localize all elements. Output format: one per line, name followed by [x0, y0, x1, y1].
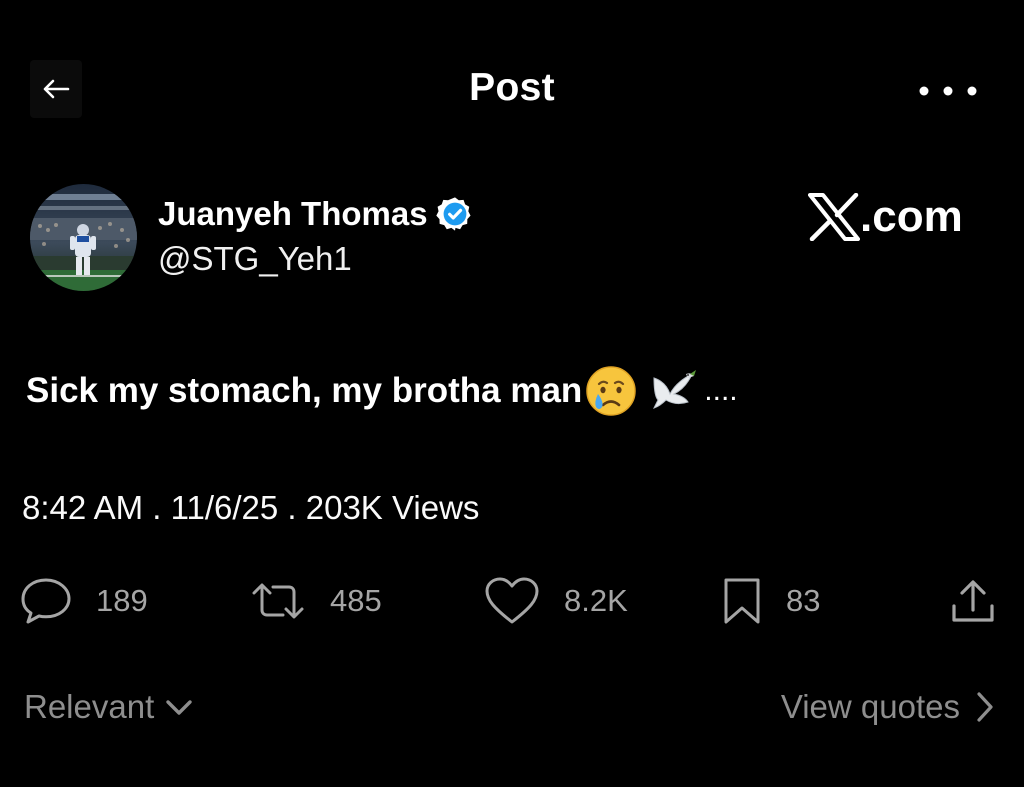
reply-button[interactable]: 189 [20, 572, 148, 630]
author-handle[interactable]: @STG_Yeh1 [158, 240, 352, 278]
bookmark-count: 83 [786, 583, 821, 618]
verified-badge-icon [435, 197, 471, 231]
more-horizontal-icon [919, 86, 977, 96]
bookmark-button[interactable]: 83 [722, 572, 820, 630]
author-name-label: Juanyeh Thomas [158, 195, 428, 232]
dove-icon [653, 370, 697, 409]
brand-watermark: .com [808, 192, 963, 242]
sort-dropdown[interactable]: Relevant [24, 688, 194, 726]
avatar-photo [30, 184, 137, 291]
crying-face-icon [586, 366, 637, 416]
avatar[interactable] [30, 184, 137, 291]
share-icon [952, 580, 994, 622]
like-count: 8.2K [564, 583, 628, 618]
post-page: Post Juanyeh Thomas @STG_Yeh1 .com Sick … [0, 0, 1024, 787]
x-logo-icon [808, 193, 860, 241]
more-options-button[interactable] [908, 74, 988, 108]
reply-icon [21, 578, 71, 624]
view-quotes-label: View quotes [780, 688, 960, 725]
repost-count: 485 [330, 583, 382, 618]
repost-icon [252, 583, 304, 619]
heart-icon [485, 577, 539, 624]
chevron-down-icon [166, 700, 192, 715]
view-quotes-link[interactable]: View quotes [781, 688, 994, 726]
post-meta: 8:42 AM . 11/6/25 . 203K Views [22, 489, 480, 526]
repost-button[interactable]: 485 [250, 572, 382, 630]
post-suffix: .... [704, 374, 738, 407]
brand-suffix: .com [860, 192, 963, 241]
sort-label: Relevant [24, 688, 155, 725]
like-button[interactable]: 8.2K [484, 572, 628, 630]
page-title: Post [469, 66, 555, 109]
author-name[interactable]: Juanyeh Thomas [158, 195, 474, 233]
post-text-content: Sick my stomach, my brotha man [26, 371, 583, 410]
bookmark-icon [724, 578, 760, 624]
reply-count: 189 [96, 583, 148, 618]
share-button[interactable] [950, 572, 996, 630]
chevron-right-icon [977, 692, 993, 722]
post-text: Sick my stomach, my brotha man .... [26, 364, 738, 418]
